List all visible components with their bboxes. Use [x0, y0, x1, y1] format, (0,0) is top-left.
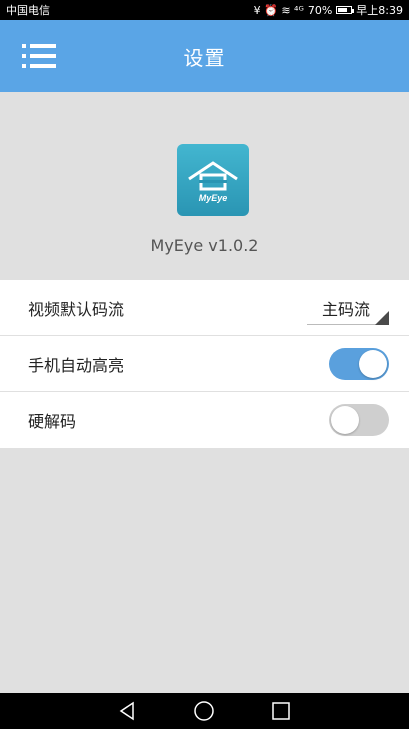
battery-icon — [336, 6, 355, 14]
dropdown-triangle-icon — [375, 310, 389, 325]
setting-default-stream[interactable]: 视频默认码流 主码流 — [0, 280, 409, 336]
logo-text: MyEye — [199, 193, 228, 203]
settings-list: 视频默认码流 主码流 手机自动高亮 硬解码 — [0, 280, 409, 448]
app-bar: 设置 — [0, 20, 409, 92]
toggle-knob — [359, 349, 387, 378]
app-info: MyEye MyEye v1.0.2 — [0, 92, 409, 278]
status-icons: ¥ ⏰ ≋ ⁴ᴳ 70% 早上8:39 — [254, 2, 403, 18]
app-logo: MyEye — [177, 144, 249, 216]
stream-select[interactable]: 主码流 — [303, 291, 389, 325]
menu-button[interactable] — [20, 36, 60, 76]
auto-brightness-toggle[interactable] — [329, 347, 389, 380]
setting-label: 硬解码 — [28, 412, 77, 431]
setting-label: 手机自动高亮 — [28, 355, 125, 375]
setting-label: 视频默认码流 — [28, 299, 125, 319]
battery-percent: 70% — [307, 3, 333, 17]
home-button[interactable] — [190, 697, 218, 725]
hardware-decode-toggle[interactable] — [329, 404, 389, 436]
signal-icons: ¥ ⏰ ≋ ⁴ᴳ — [253, 3, 304, 17]
carrier-label: 中国电信 — [6, 4, 50, 17]
clock: 早上8:39 — [356, 4, 403, 17]
home-icon — [194, 701, 215, 721]
menu-icon — [22, 44, 56, 68]
toggle-knob — [331, 406, 359, 434]
house-icon: MyEye — [188, 161, 238, 203]
status-bar: 中国电信 ¥ ⏰ ≋ ⁴ᴳ 70% 早上8:39 — [0, 0, 409, 20]
nav-bar — [0, 693, 409, 729]
select-value: 主码流 — [321, 299, 370, 319]
screen: 中国电信 ¥ ⏰ ≋ ⁴ᴳ 70% 早上8:39 设置 MyEye MyEye … — [0, 0, 409, 729]
setting-auto-brightness[interactable]: 手机自动高亮 — [0, 336, 409, 392]
back-icon — [119, 701, 134, 721]
recents-button[interactable] — [267, 697, 295, 725]
recents-icon — [272, 702, 290, 720]
setting-hardware-decode[interactable]: 硬解码 — [0, 392, 409, 448]
version-label: MyEye v1.0.2 — [150, 236, 259, 255]
page-title: 设置 — [183, 45, 226, 70]
back-button[interactable] — [114, 697, 142, 725]
